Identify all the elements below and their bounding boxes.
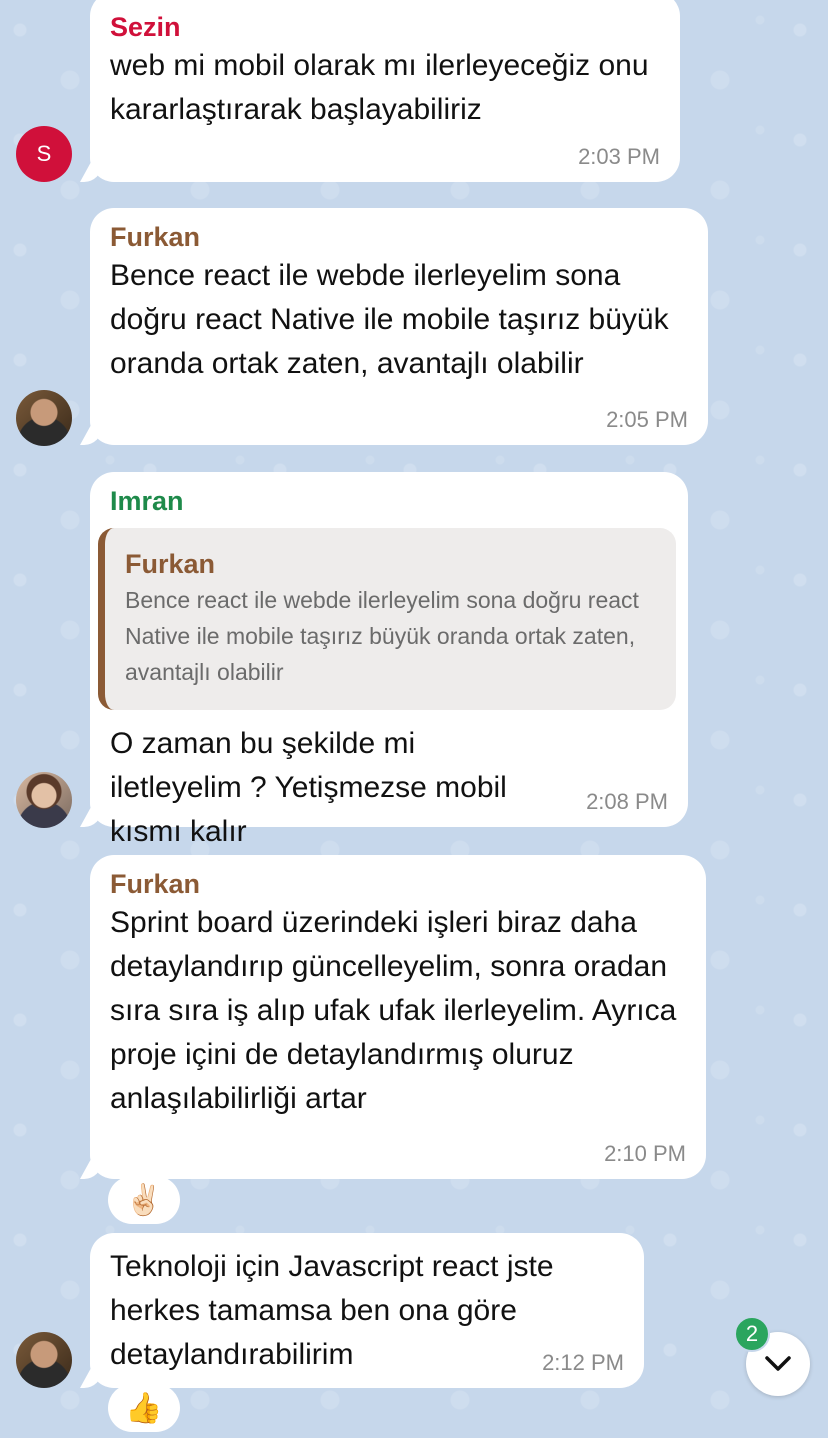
message-text: O zaman bu şekilde mi iletleyelim ? Yeti… xyxy=(110,727,507,848)
message-text: web mi mobil olarak mı ilerleyeceğiz onu… xyxy=(110,49,649,126)
message-bubble[interactable]: Imran Furkan Bence react ile webde ilerl… xyxy=(90,472,688,848)
reply-text: Bence react ile webde ilerleyelim sona d… xyxy=(125,587,639,685)
reaction-victory[interactable]: ✌🏻 xyxy=(108,1176,180,1224)
message-bubble[interactable]: Sezin web mi mobil olarak mı ilerleyeceğ… xyxy=(90,0,680,182)
message-bubble[interactable]: Teknoloji için Javascript react jste her… xyxy=(90,1233,644,1388)
message-bubble[interactable]: Furkan Bence react ile webde ilerleyelim… xyxy=(90,208,708,445)
unread-count-badge: 2 xyxy=(734,1316,770,1352)
message-time: 2:08 PM xyxy=(586,789,668,814)
avatar[interactable] xyxy=(16,1332,72,1388)
message-text: Sprint board üzerindeki işleri biraz dah… xyxy=(110,906,677,1115)
avatar-letter: S xyxy=(36,141,52,166)
sender-name: Furkan xyxy=(110,222,201,252)
message-list[interactable]: S Sezin web mi mobil olarak mı ilerleyec… xyxy=(0,0,828,1438)
avatar[interactable] xyxy=(16,390,72,446)
message-text: Bence react ile webde ilerleyelim sona d… xyxy=(110,259,669,380)
sender-name: Imran xyxy=(110,486,184,516)
message-time: 2:10 PM xyxy=(604,1141,686,1166)
sender-name: Furkan xyxy=(110,869,201,899)
avatar[interactable]: S xyxy=(16,126,72,182)
sender-name: Sezin xyxy=(110,12,181,42)
reply-quote[interactable]: Furkan Bence react ile webde ilerleyelim… xyxy=(98,528,676,710)
message-time: 2:05 PM xyxy=(606,407,688,432)
reply-sender-name: Furkan xyxy=(125,549,216,579)
reaction-thumbs-up[interactable]: 👍 xyxy=(108,1384,180,1432)
avatar[interactable] xyxy=(16,772,72,828)
message-time: 2:03 PM xyxy=(578,144,660,169)
message-time: 2:12 PM xyxy=(542,1350,624,1375)
chevron-down-icon xyxy=(765,1356,791,1371)
message-bubble[interactable]: Furkan Sprint board üzerindeki işleri bi… xyxy=(90,855,706,1179)
